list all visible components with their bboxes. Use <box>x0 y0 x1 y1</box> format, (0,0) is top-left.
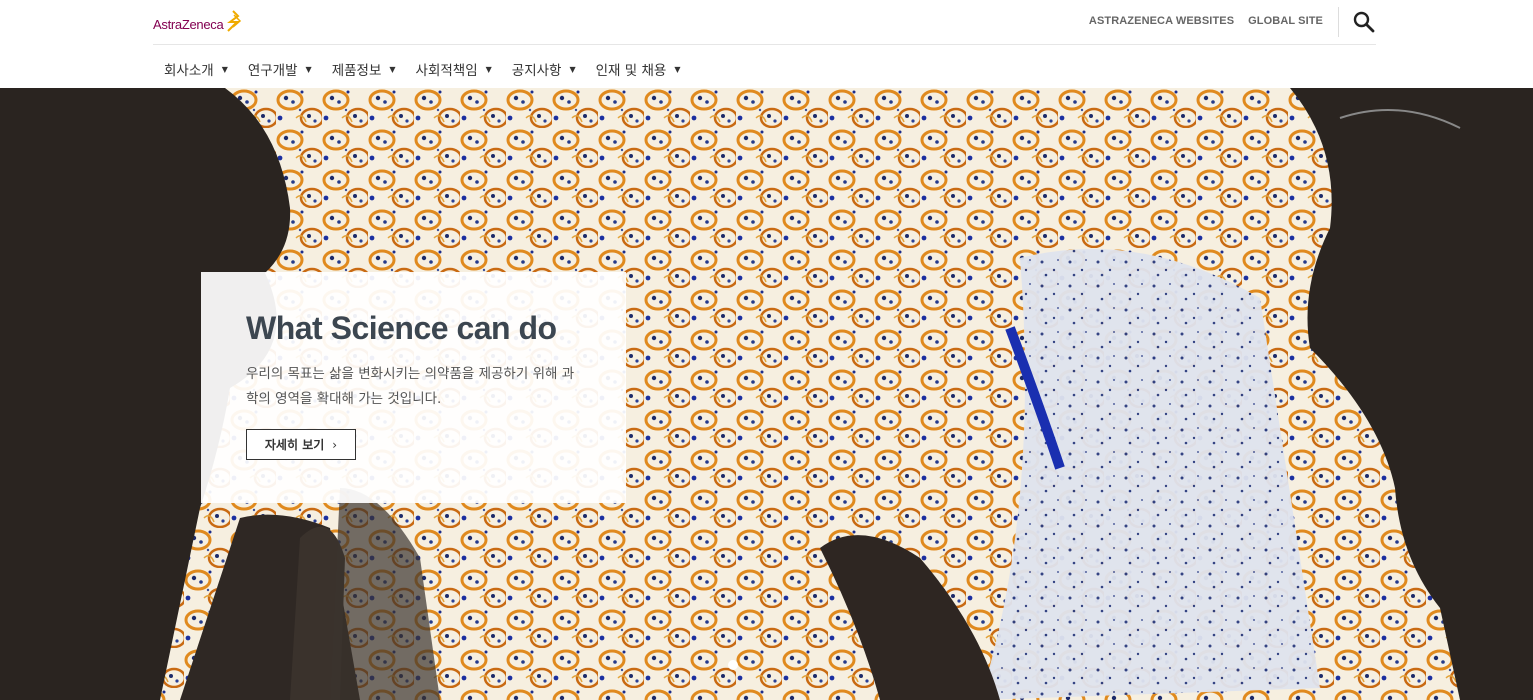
nav-item-products[interactable]: 제품정보 ▼ <box>332 59 396 79</box>
header-divider <box>153 44 1376 45</box>
caret-down-icon: ▼ <box>485 64 492 74</box>
site-header: AstraZeneca ASTRAZENECA WEBSITES GLOBAL … <box>0 0 1533 88</box>
nav-item-label: 회사소개 <box>164 63 214 79</box>
nav-item-label: 제품정보 <box>331 63 382 79</box>
nav-item-notices[interactable]: 공지사항 ▼ <box>512 59 576 79</box>
nav-item-label: 공지사항 <box>511 63 562 79</box>
main-nav: 회사소개 ▼ 연구개발 ▼ 제품정보 ▼ 사회적책임 ▼ 공지사항 ▼ 인재 및 채용 ▼ <box>164 59 700 79</box>
nav-item-label: 인재 및 채용 <box>595 63 667 79</box>
hero-banner: What Science can do 우리의 목표는 삶을 변화시키는 의약품… <box>0 88 1533 700</box>
learn-more-label: 자세히 보기 <box>264 438 325 452</box>
logo-text: AstraZeneca <box>153 16 224 32</box>
global-site-link[interactable]: GLOBAL SITE <box>1248 15 1323 27</box>
caret-down-icon: ▼ <box>389 64 396 74</box>
top-links: ASTRAZENECA WEBSITES GLOBAL SITE <box>1089 15 1323 27</box>
astrazeneca-logo[interactable]: AstraZeneca <box>153 10 242 38</box>
hero-title: What Science can do <box>246 310 557 346</box>
hero-description: 우리의 목표는 삶을 변화시키는 의약품을 제공하기 위해 과학의 영역을 확대… <box>246 366 575 407</box>
divider <box>1338 7 1339 37</box>
nav-item-label: 연구개발 <box>247 63 298 79</box>
nav-item-careers[interactable]: 인재 및 채용 ▼ <box>596 59 681 79</box>
astrazeneca-websites-link[interactable]: ASTRAZENECA WEBSITES <box>1089 15 1234 27</box>
nav-item-about[interactable]: 회사소개 ▼ <box>164 59 228 79</box>
caret-down-icon: ▼ <box>305 64 312 74</box>
caret-down-icon: ▼ <box>569 64 576 74</box>
search-icon[interactable] <box>1353 11 1375 33</box>
caret-down-icon: ▼ <box>674 64 681 74</box>
nav-item-research[interactable]: 연구개발 ▼ <box>248 59 312 79</box>
logo-mark-icon <box>227 10 242 32</box>
slider-pagination <box>728 660 738 670</box>
slide-dot[interactable] <box>728 660 738 670</box>
learn-more-button[interactable]: 자세히 보기 › <box>246 429 356 460</box>
chevron-right-icon: › <box>332 437 338 452</box>
hero-card: What Science can do 우리의 목표는 삶을 변화시키는 의약품… <box>201 272 626 503</box>
nav-item-label: 사회적책임 <box>415 63 478 79</box>
nav-item-responsibility[interactable]: 사회적책임 ▼ <box>416 59 492 79</box>
caret-down-icon: ▼ <box>221 64 228 74</box>
